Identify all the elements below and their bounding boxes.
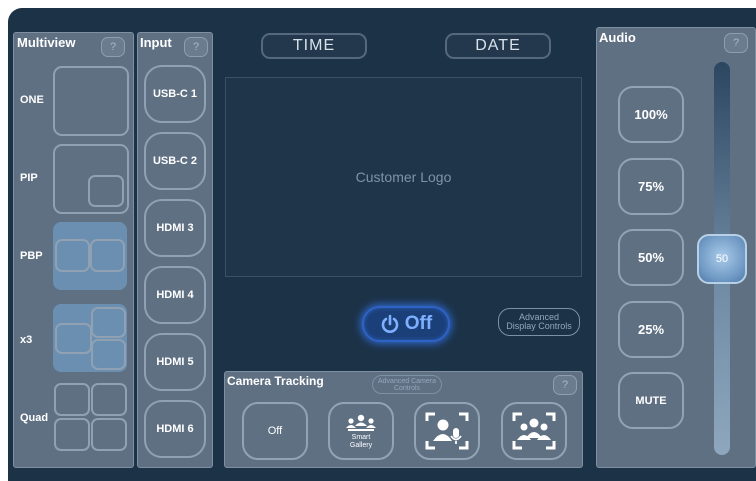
group-framing-icon (512, 412, 556, 450)
customer-logo-text: Customer Logo (355, 169, 452, 185)
x3-top-right-icon (91, 307, 126, 338)
camera-tracking-off-button[interactable]: Off (242, 402, 308, 460)
input-hdmi3-button[interactable]: HDMI 3 (144, 199, 206, 257)
input-help-button[interactable]: ? (184, 37, 208, 57)
camera-tracking-help-button[interactable]: ? (553, 375, 577, 395)
x3-bottom-right-icon (91, 339, 126, 370)
quad-top-right-icon (91, 383, 127, 416)
input-hdmi4-button[interactable]: HDMI 4 (144, 266, 206, 324)
camera-group-framing-button[interactable] (501, 402, 567, 460)
quad-bottom-right-icon (91, 418, 127, 451)
input-usbc1-button[interactable]: USB-C 1 (144, 65, 206, 123)
smart-gallery-icon (346, 414, 376, 431)
speaker-tracking-icon (425, 412, 469, 450)
audio-title: Audio (599, 30, 636, 45)
camera-off-label: Off (267, 425, 283, 437)
multiview-label-x3: x3 (20, 334, 33, 346)
smart-gallery-label: Smart Gallery (349, 433, 373, 449)
advanced-display-controls-button[interactable]: Advanced Display Controls (498, 308, 580, 336)
multiview-x3-button[interactable] (53, 304, 127, 372)
multiview-label-one: ONE (20, 94, 44, 106)
camera-tracking-title: Camera Tracking (227, 374, 324, 388)
multiview-title: Multiview (17, 35, 76, 50)
customer-logo-area: Customer Logo (225, 77, 582, 277)
power-label: Off (404, 313, 433, 334)
advanced-camera-controls-button[interactable]: Advanced Camera Controls (372, 375, 442, 394)
date-display: DATE (445, 33, 551, 59)
quad-bottom-left-icon (54, 418, 90, 451)
quad-top-left-icon (54, 383, 90, 416)
audio-mute-button[interactable]: MUTE (618, 372, 684, 429)
multiview-one-button[interactable] (53, 66, 129, 136)
audio-25-button[interactable]: 25% (618, 301, 684, 358)
audio-50-button[interactable]: 50% (618, 229, 684, 286)
input-hdmi6-button[interactable]: HDMI 6 (144, 400, 206, 458)
multiview-pbp-button[interactable] (53, 222, 127, 290)
input-hdmi5-button[interactable]: HDMI 5 (144, 333, 206, 391)
audio-help-button[interactable]: ? (724, 33, 748, 53)
input-usbc2-button[interactable]: USB-C 2 (144, 132, 206, 190)
multiview-label-pip: PIP (20, 172, 38, 184)
power-icon (381, 314, 399, 333)
display-power-button[interactable]: Off (362, 306, 450, 342)
multiview-help-button[interactable]: ? (101, 37, 125, 57)
multiview-label-quad: Quad (20, 412, 49, 424)
pbp-right-icon (90, 239, 125, 272)
multiview-label-pbp: PBP (20, 250, 43, 262)
camera-smart-gallery-button[interactable]: Smart Gallery (328, 402, 394, 460)
camera-speaker-tracking-button[interactable] (414, 402, 480, 460)
volume-slider-thumb[interactable]: 50 (697, 234, 747, 284)
audio-75-button[interactable]: 75% (618, 158, 684, 215)
input-title: Input (140, 35, 172, 50)
multiview-quad-button[interactable] (53, 382, 127, 452)
x3-left-icon (55, 323, 92, 354)
time-display: TIME (261, 33, 367, 59)
multiview-pip-button[interactable] (53, 144, 129, 214)
pbp-left-icon (55, 239, 90, 272)
audio-100-button[interactable]: 100% (618, 86, 684, 143)
pip-inset-icon (88, 175, 124, 207)
